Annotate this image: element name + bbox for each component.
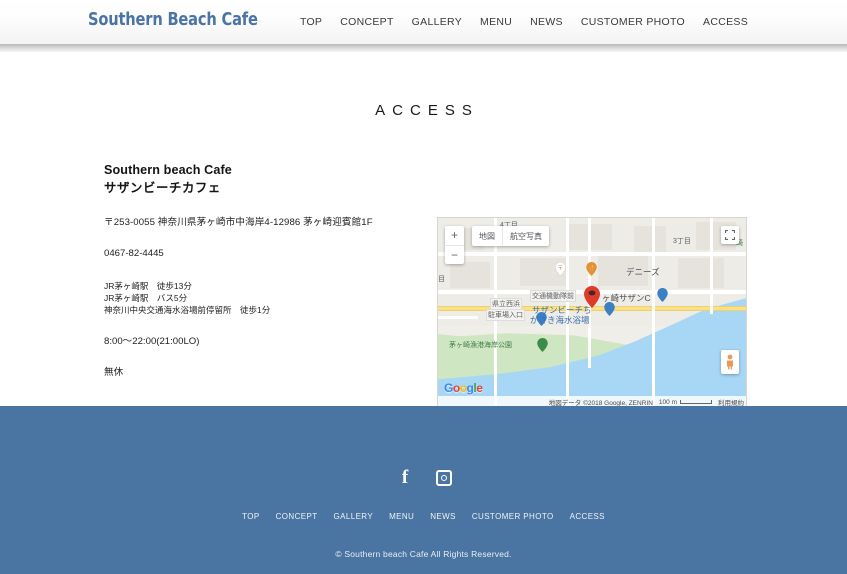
footer-nav-item-customer-photo[interactable]: CUSTOMER PHOTO (464, 512, 562, 521)
main-content: ACCESS Southern beach Cafe サザンビーチカフェ 〒25… (0, 52, 847, 409)
poi-marker-post[interactable]: 〒 (555, 262, 566, 276)
copyright-text: © Southern beach Cafe All Rights Reserve… (335, 549, 512, 559)
map-canvas[interactable]: 🍴 〒 3丁目 崎 目 デニーズ 交通機動隊前 県立西浜 駐車場入口 ヶ崎サザン… (438, 218, 746, 408)
nav-item-access[interactable]: ACCESS (694, 16, 757, 28)
svg-text:〒: 〒 (558, 264, 563, 271)
site-logo[interactable]: Southern Beach Cafe (88, 10, 258, 30)
google-map[interactable]: 🍴 〒 3丁目 崎 目 デニーズ 交通機動隊前 県立西浜 駐車場入口 ヶ崎サザン… (437, 217, 747, 409)
nav-item-concept[interactable]: CONCEPT (331, 16, 402, 28)
map-road (438, 252, 746, 256)
map-label-beach-2: がさき海水浴場 (530, 315, 590, 325)
shop-hours: 8:00〜22:00(21:00LO) (104, 335, 200, 347)
map-fullscreen-button[interactable] (721, 226, 739, 244)
map-road (710, 218, 713, 314)
footer-nav-item-access[interactable]: ACCESS (562, 512, 613, 521)
map-street-view-pegman[interactable] (721, 350, 739, 374)
map-zoom-controls[interactable]: + − (445, 226, 464, 264)
shop-holiday: 無休 (104, 366, 124, 378)
poi-marker-beach[interactable] (604, 302, 615, 316)
shop-transit-info: JR茅ヶ崎駅 徒歩13分 JR茅ヶ崎駅 バス5分 神奈川中央交通海水浴場前停留所… (104, 280, 424, 316)
nav-item-gallery[interactable]: GALLERY (403, 16, 471, 28)
poi-marker-harbor-park[interactable] (537, 338, 548, 352)
instagram-icon[interactable] (436, 470, 452, 486)
map-type-map-button[interactable]: 地図 (472, 226, 502, 246)
footer-nav-item-concept[interactable]: CONCEPT (268, 512, 326, 521)
page-title: ACCESS (375, 102, 479, 119)
map-scale: 100 m (659, 399, 712, 406)
footer-nav-item-news[interactable]: NEWS (422, 512, 464, 521)
map-label: 目 (438, 276, 445, 283)
shop-address: 〒253-0055 神奈川県茅ヶ崎市中海岸4-12986 茅ヶ崎迎賓館1F (104, 216, 373, 228)
map-label: 3丁目 (673, 238, 691, 245)
map-label-bus-stop: 交通機動隊前 (530, 290, 576, 302)
facebook-icon[interactable]: f (395, 467, 415, 488)
map-label-denies: デニーズ (626, 267, 660, 277)
map-label-southern-c: ヶ崎サザンC (602, 293, 651, 303)
primary-navigation: TOP CONCEPT GALLERY MENU NEWS CUSTOMER P… (291, 16, 757, 28)
poi-marker-park[interactable] (657, 288, 668, 302)
header-divider-strip (0, 44, 847, 52)
map-road (438, 316, 478, 319)
nav-item-news[interactable]: NEWS (521, 16, 572, 28)
shop-info-block: Southern beach Cafe サザンビーチカフェ 〒253-0055 … (104, 162, 424, 378)
site-header: Southern Beach Cafe TOP CONCEPT GALLERY … (0, 0, 847, 44)
page-root: Southern Beach Cafe TOP CONCEPT GALLERY … (0, 0, 847, 574)
svg-text:🍴: 🍴 (588, 265, 595, 272)
footer-navigation: TOP CONCEPT GALLERY MENU NEWS CUSTOMER P… (0, 512, 847, 521)
shop-telephone: 0467-82-4445 (104, 248, 164, 260)
shop-name-en: Southern beach Cafe (104, 163, 232, 177)
map-label-harbor-park: 茅ヶ崎漁港海岸公園 (449, 342, 512, 349)
nav-item-top[interactable]: TOP (291, 16, 331, 28)
instagram-lens (441, 475, 447, 481)
footer-nav-item-menu[interactable]: MENU (381, 512, 422, 521)
map-block (678, 258, 724, 288)
map-block (450, 262, 490, 288)
transit-line-1: JR茅ヶ崎駅 徒歩13分 (104, 280, 192, 291)
transit-line-2: JR茅ヶ崎駅 バス5分 (104, 292, 188, 303)
map-road (652, 218, 655, 408)
transit-line-3: 神奈川中央交通海水浴場前停留所 徒歩1分 (104, 304, 271, 315)
map-zoom-in-button[interactable]: + (445, 226, 464, 246)
map-type-satellite-button[interactable]: 航空写真 (502, 226, 549, 246)
shop-name-ja: サザンビーチカフェ (104, 181, 221, 195)
map-type-switcher[interactable]: 地図 航空写真 (472, 226, 549, 246)
nav-item-menu[interactable]: MENU (471, 16, 521, 28)
map-scale-bar (680, 400, 712, 404)
footer-nav-item-top[interactable]: TOP (234, 512, 268, 521)
footer-nav-item-gallery[interactable]: GALLERY (326, 512, 382, 521)
pegman-icon (727, 354, 733, 370)
map-scale-label: 100 m (658, 398, 677, 406)
google-logo: Google (444, 381, 483, 395)
poi-marker-denies[interactable]: 🍴 (586, 262, 597, 276)
nav-item-customer-photo[interactable]: CUSTOMER PHOTO (572, 16, 694, 28)
map-zoom-out-button[interactable]: − (445, 246, 464, 265)
fullscreen-icon (725, 230, 735, 240)
map-label-parking-entrance: 駐車場入口 (486, 309, 525, 321)
social-links: f (0, 467, 847, 488)
site-footer: f TOP CONCEPT GALLERY MENU NEWS CUSTOMER… (0, 406, 847, 574)
